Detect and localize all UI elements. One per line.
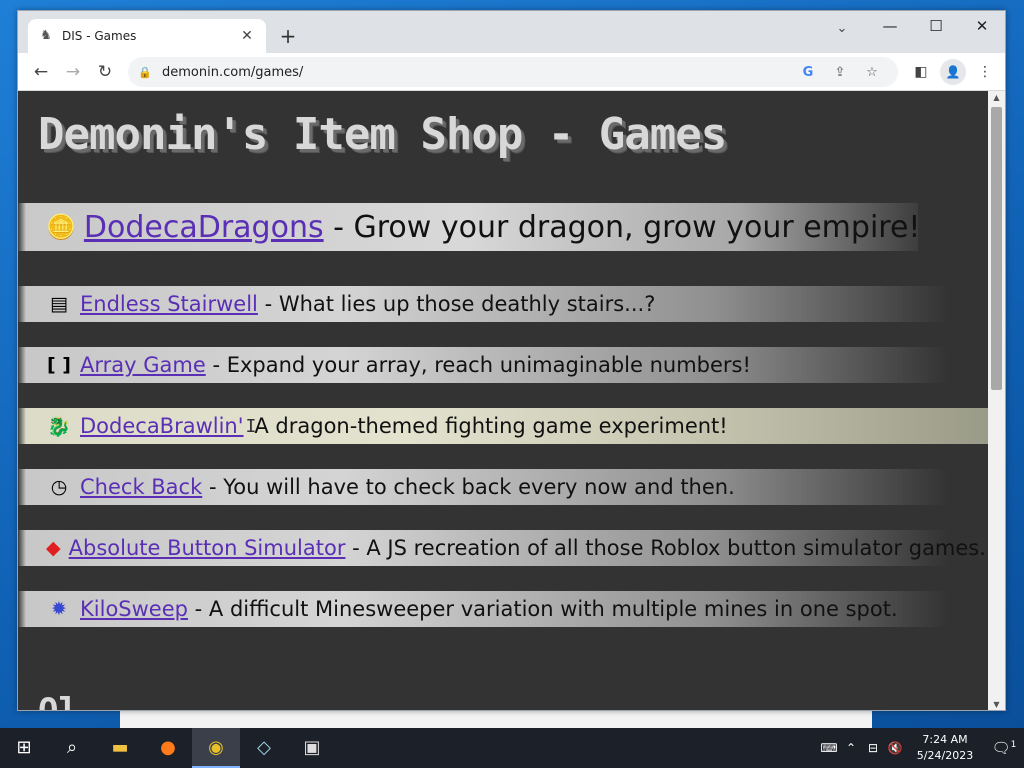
url-text: demonin.com/games/ [162,64,304,80]
back-button[interactable]: ← [28,59,54,85]
new-tab-button[interactable]: + [276,25,300,49]
google-translate-icon[interactable]: G [792,65,824,80]
game-link-absolute-button-simulator[interactable]: Absolute Button Simulator [69,536,346,560]
stairs-icon: ▤ [50,293,68,315]
mine-icon: ✹ [51,598,67,620]
firefox-icon[interactable]: ● [144,728,192,768]
game-description: - Expand your array, reach unimaginable … [212,353,751,377]
notifications-icon[interactable]: 🗨1 [984,739,1024,757]
search-icon[interactable]: ⌕ [48,728,96,768]
tab-dis-games[interactable]: ♞ DIS - Games ✕ [28,19,266,53]
side-panel-icon[interactable]: ◧ [908,59,934,85]
minimize-button[interactable]: — [867,11,913,41]
chevron-up-icon[interactable]: ⌃ [840,741,862,755]
volume-muted-icon[interactable]: 🔇 [884,741,906,755]
clock-time: 7:24 AM [922,733,968,746]
game-row-hovered: 🐉 DodecaBrawlin' I A dragon-themed fight… [18,408,989,444]
app-icon[interactable]: ◇ [240,728,288,768]
tab-search-chevron-icon[interactable]: ⌄ [827,17,857,41]
game-description: - What lies up those deathly stairs...? [264,292,656,316]
clock-icon: ◷ [50,476,68,498]
page-viewport: Demonin's Item Shop - Games 🪙 DodecaDrag… [18,91,989,711]
game-description: - A difficult Minesweeper variation with… [194,597,898,621]
page-title: Demonin's Item Shop - Games [38,109,727,160]
game-row: ▤ Endless Stairwell - What lies up those… [18,286,948,322]
game-description: A dragon-themed fighting game experiment… [254,414,728,438]
game-link-dodecabrawlin[interactable]: DodecaBrawlin' [80,414,244,438]
game-description: - You will have to check back every now … [208,475,735,499]
brackets-icon: [ ] [47,354,71,376]
clock[interactable]: 7:24 AM 5/24/2023 [906,732,984,764]
dragon-favicon-icon: ♞ [40,28,52,43]
profile-avatar-icon[interactable]: 👤 [940,59,966,85]
keyboard-icon[interactable]: ⌨ [818,741,840,755]
tab-strip: ♞ DIS - Games ✕ + ⌄ — ☐ ✕ [18,11,1005,53]
bookmark-star-icon[interactable]: ☆ [856,65,888,80]
featured-game-row: 🪙 DodecaDragons - Grow your dragon, grow… [18,203,921,251]
next-section-heading: Ol... [38,691,141,711]
start-windows-icon[interactable]: ⊞ [0,728,48,768]
game-link-kilosweep[interactable]: KiloSweep [80,597,188,621]
chrome-icon[interactable]: ◉ [192,728,240,768]
taskbar: ⊞ ⌕ ▬ ● ◉ ◇ ▣ ⌨ ⌃ ⊟ 🔇 7:24 AM 5/24/2023 … [0,728,1024,768]
browser-toolbar: ← → ↻ 🔒 demonin.com/games/ G ⇪ ☆ ◧ 👤 ⋮ [18,53,1005,91]
game-description: - Grow your dragon, grow your empire! [333,209,921,245]
maximize-button[interactable]: ☐ [913,11,959,41]
game-row: ✹ KiloSweep - A difficult Minesweeper va… [18,591,948,627]
scroll-up-arrow-icon[interactable]: ▲ [988,91,1005,105]
system-tray: ⌨ ⌃ ⊟ 🔇 7:24 AM 5/24/2023 🗨1 [818,728,1024,768]
window-controls: — ☐ ✕ [867,11,1005,41]
game-description: - A JS recreation of all those Roblox bu… [352,536,986,560]
game-row: ◷ Check Back - You will have to check ba… [18,469,948,505]
roblox-icon: ◆ [46,537,61,559]
game-link-dodecadragons[interactable]: DodecaDragons [84,210,324,245]
forward-button[interactable]: → [60,59,86,85]
share-icon[interactable]: ⇪ [824,65,856,80]
scroll-down-arrow-icon[interactable]: ▼ [988,698,1005,710]
page-scrollbar[interactable]: ▲ ▼ [988,91,1005,710]
game-row: ◆ Absolute Button Simulator - A JS recre… [18,530,986,566]
close-window-button[interactable]: ✕ [959,11,1005,41]
game-link-check-back[interactable]: Check Back [80,475,202,499]
close-tab-icon[interactable]: ✕ [238,28,256,44]
file-explorer-icon[interactable]: ▬ [96,728,144,768]
tab-title: DIS - Games [62,29,137,43]
game-row: [ ] Array Game - Expand your array, reac… [18,347,948,383]
address-bar[interactable]: 🔒 demonin.com/games/ G ⇪ ☆ [128,57,898,87]
package-icon[interactable]: ▣ [288,728,336,768]
coins-icon: 🪙 [46,213,76,241]
game-link-endless-stairwell[interactable]: Endless Stairwell [80,292,258,316]
reload-button[interactable]: ↻ [92,59,118,85]
notification-count: 1 [1010,740,1017,750]
clock-date: 5/24/2023 [916,749,974,762]
dragon-icon: 🐉 [47,415,71,438]
network-icon[interactable]: ⊟ [862,741,884,755]
scroll-thumb[interactable] [991,107,1002,390]
game-link-array-game[interactable]: Array Game [80,353,206,377]
lock-icon[interactable]: 🔒 [138,66,152,79]
background-window [120,710,872,728]
browser-window: ♞ DIS - Games ✕ + ⌄ — ☐ ✕ ← → ↻ 🔒 demoni… [17,10,1006,711]
menu-kebab-icon[interactable]: ⋮ [972,59,998,85]
